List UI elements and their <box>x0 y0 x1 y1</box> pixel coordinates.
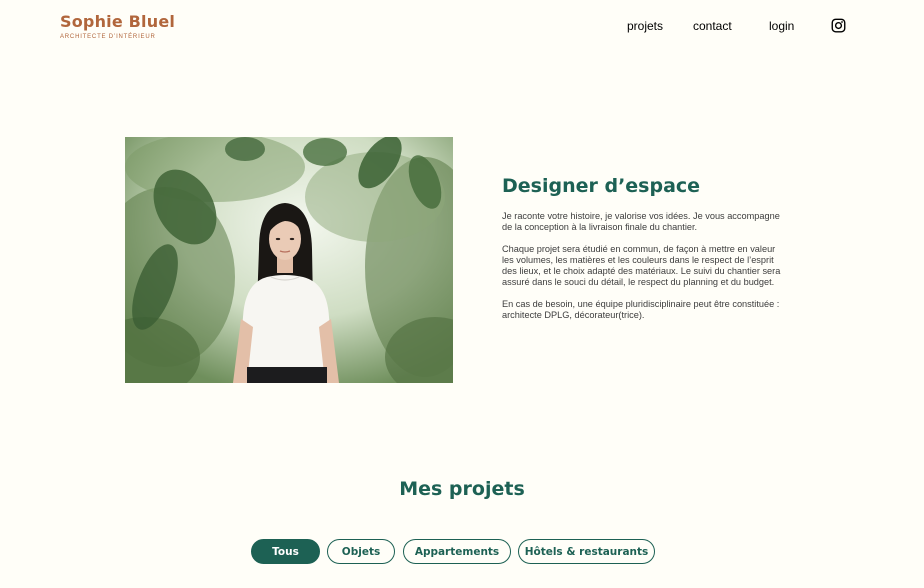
nav-link-login[interactable]: login <box>769 19 794 33</box>
portrait-illustration <box>125 137 453 383</box>
introduction-text: Designer d’espace Je raconte votre histo… <box>502 175 784 332</box>
site-header: Sophie Bluel ARCHITECTE D’INTÉRIEUR proj… <box>0 0 924 60</box>
introduction-paragraph: En cas de besoin, une équipe pluridiscip… <box>502 299 780 320</box>
filter-bar: Tous Objets Appartements Hôtels & restau… <box>0 539 924 565</box>
introduction-paragraph: Chaque projet sera étudié en commun, de … <box>502 244 781 287</box>
nav-link-contact[interactable]: contact <box>693 19 732 33</box>
filter-button-objets[interactable]: Objets <box>327 539 395 564</box>
filter-button-appartements[interactable]: Appartements <box>403 539 511 564</box>
portfolio-title: Mes projets <box>399 478 525 500</box>
nav-link-projets[interactable]: projets <box>627 19 663 33</box>
filter-button-tous[interactable]: Tous <box>251 539 320 564</box>
portrait-photo <box>125 137 453 383</box>
introduction-title: Designer d’espace <box>502 175 701 197</box>
filter-button-hotels-restaurants[interactable]: Hôtels & restaurants <box>518 539 655 564</box>
introduction-paragraph: Je raconte votre histoire, je valorise v… <box>502 211 780 232</box>
instagram-icon[interactable] <box>831 18 846 33</box>
main-nav: projets contact login <box>0 18 924 39</box>
